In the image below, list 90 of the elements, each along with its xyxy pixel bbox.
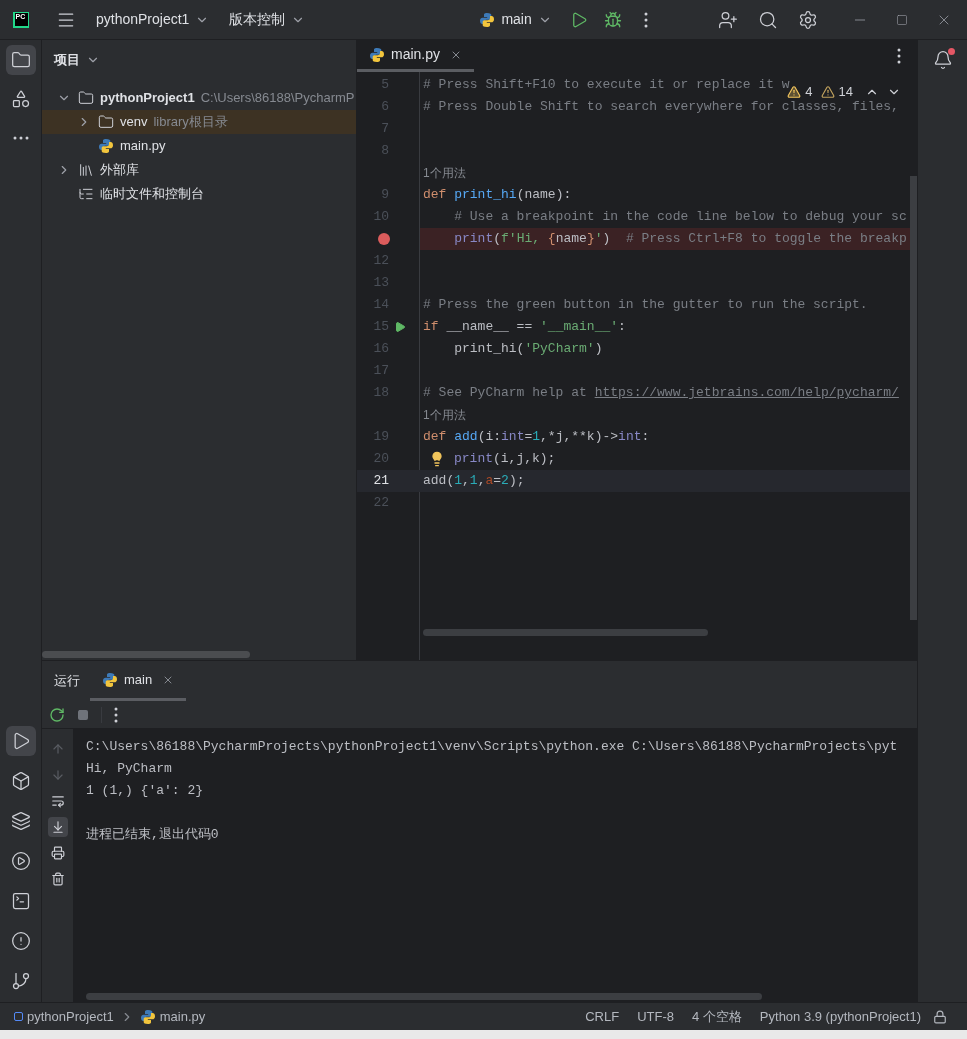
module-icon: [14, 1012, 23, 1021]
status-item[interactable]: 4 个空格: [692, 1006, 742, 1027]
code-text: def add(i:int=1,*j,**k)->int:: [423, 428, 650, 447]
panel-title: 运行: [54, 672, 80, 691]
arrow-up-icon: [50, 742, 65, 756]
python-icon: [98, 138, 114, 154]
run-button[interactable]: [5, 726, 36, 756]
scroll-to-end-icon: [50, 820, 65, 834]
git-branch-icon: [10, 971, 31, 991]
vcs-dropdown[interactable]: 版本控制: [225, 9, 310, 30]
item-note: library根目录: [153, 113, 228, 132]
lightbulb-icon[interactable]: [429, 451, 445, 467]
usage-hint[interactable]: 1个用法: [423, 406, 466, 424]
project-folder-icon: [10, 50, 31, 70]
search-icon[interactable]: [757, 9, 778, 30]
more-icon[interactable]: [897, 48, 901, 64]
debug-icon[interactable]: [603, 10, 622, 29]
code-text: if __name__ == '__main__':: [423, 318, 626, 337]
notification-badge: [947, 48, 955, 55]
status-item[interactable]: Python 3.9 (pythonProject1): [759, 1006, 921, 1027]
project-view-dropdown[interactable]: 项目: [42, 40, 356, 80]
settings-icon[interactable]: [797, 9, 818, 30]
project-folder-button[interactable]: [5, 45, 36, 75]
line-number: 21: [373, 472, 389, 491]
tree-item[interactable]: venv library根目录: [42, 110, 356, 134]
status-item[interactable]: CRLF: [585, 1006, 620, 1027]
tree-item[interactable]: pythonProject1 C:\Users\86188\PycharmP: [42, 86, 356, 110]
item-label: venv: [120, 113, 148, 132]
code-text: print(i,j,k);: [454, 450, 556, 469]
more-icon[interactable]: [643, 11, 648, 28]
warning-icon: [820, 84, 835, 99]
status-item[interactable]: UTF-8: [637, 1006, 674, 1027]
scrollbar[interactable]: [42, 651, 250, 658]
item-label: 临时文件和控制台: [100, 185, 204, 204]
trash-icon: [50, 872, 65, 886]
exit-message: 进程已结束,退出代码0: [86, 826, 220, 844]
horizontal-scrollbar[interactable]: [86, 993, 762, 1000]
item-label: 外部库: [100, 161, 139, 180]
breadcrumb[interactable]: pythonProject1: [14, 1006, 114, 1027]
lock-icon[interactable]: [933, 1009, 947, 1024]
run-gutter-icon[interactable]: [394, 321, 406, 333]
horizontal-scrollbar[interactable]: [423, 629, 708, 636]
services-icon: [10, 851, 31, 871]
console-line: Hi, PyCharm: [86, 760, 173, 778]
folder-icon: [98, 114, 114, 130]
usage-hint[interactable]: 1个用法: [423, 164, 466, 182]
code-text: # Press the green button in the gutter to run the script.: [423, 296, 868, 315]
terminal-icon: [10, 891, 31, 911]
rerun-icon[interactable]: [49, 706, 65, 723]
tree-item[interactable]: 外部库: [42, 158, 356, 182]
console-line: 1 (1,) {'a': 2}: [86, 782, 205, 800]
code-text: def print_hi(name):: [423, 186, 572, 205]
tree-item[interactable]: 临时文件和控制台: [42, 182, 356, 206]
scratch-icon: [78, 186, 94, 202]
project-dropdown[interactable]: pythonProject1: [92, 9, 214, 30]
notifications-icon[interactable]: [932, 50, 953, 70]
breadcrumb[interactable]: main.py: [139, 1006, 206, 1027]
vertical-scrollbar[interactable]: [910, 176, 917, 620]
code-text: print(f'Hi, {name}') # Press Ctrl+F8 to toggle the breakp: [453, 230, 907, 249]
code-text: # Press Shift+F10 to execute it or replace it w: [423, 76, 790, 95]
item-label: main.py: [120, 137, 166, 156]
more-icon: [12, 136, 29, 140]
editor-tab[interactable]: main.py: [357, 40, 475, 72]
code-text: # See PyCharm help at https://www.jetbrains.com/help/pycharm/: [423, 384, 899, 403]
scroll-to-end-button[interactable]: [47, 817, 68, 837]
run-tab[interactable]: main: [90, 661, 187, 701]
layers-icon: [10, 811, 31, 831]
maximize-icon[interactable]: [895, 13, 908, 26]
console-line: C:\Users\86188\PycharmProjects\pythonProject1\venv\Scripts\python.exe C:\Users\86188\PycharmProjects\pyt: [86, 738, 899, 756]
folder-icon: [78, 90, 94, 106]
more-icon[interactable]: [114, 706, 118, 723]
structure-icon: [10, 89, 31, 109]
item-label: pythonProject1: [100, 89, 195, 108]
library-icon: [78, 162, 94, 178]
python-icon: [139, 1008, 156, 1025]
code-text: # Use a breakpoint in the code line below to debug your sc: [453, 208, 907, 227]
code-text: print_hi('PyCharm'): [453, 340, 603, 359]
code-text: add(1,1,a=2);: [423, 472, 525, 491]
python-icon: [369, 46, 385, 63]
printer-icon: [50, 846, 65, 860]
problems-icon: [10, 931, 31, 951]
tree-item[interactable]: main.py: [42, 134, 356, 158]
arrow-down-icon: [50, 768, 65, 782]
soft-wrap-icon: [50, 794, 65, 808]
run-config-dropdown[interactable]: main: [475, 9, 556, 30]
python-icon: [479, 11, 496, 28]
add-user-icon[interactable]: [717, 9, 738, 30]
python-icon: [102, 671, 118, 688]
stop-icon[interactable]: [77, 708, 89, 721]
item-note: C:\Users\86188\PycharmP: [200, 89, 355, 108]
